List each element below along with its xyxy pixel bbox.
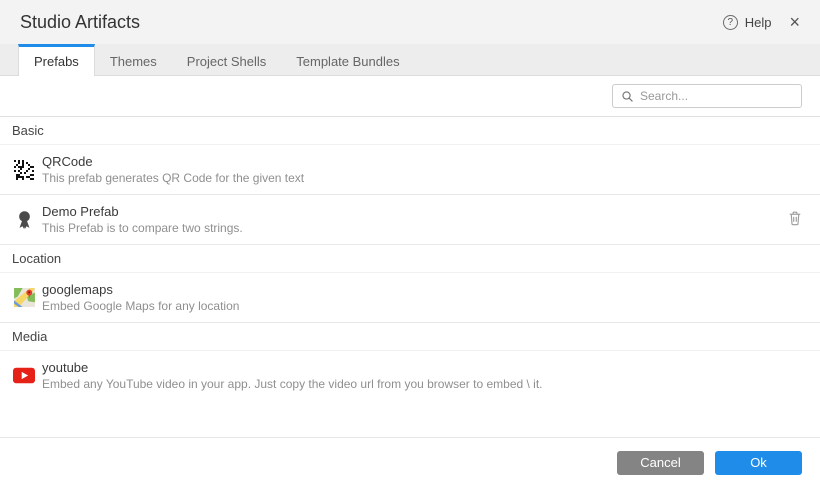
item-text: googlemaps Embed Google Maps for any loca… (42, 281, 239, 314)
search-input[interactable] (640, 89, 793, 103)
dialog-footer: Cancel Ok (0, 437, 820, 487)
delete-button[interactable] (786, 209, 804, 230)
close-icon[interactable]: × (787, 13, 802, 31)
ok-button[interactable]: Ok (715, 450, 802, 475)
dialog-header: Studio Artifacts ? Help × (0, 0, 820, 44)
item-description: Embed any YouTube video in your app. Jus… (42, 377, 543, 391)
youtube-icon (13, 365, 35, 387)
section-header: Location (0, 245, 820, 273)
search-icon (621, 90, 634, 103)
list-item[interactable]: googlemaps Embed Google Maps for any loca… (0, 273, 820, 323)
dialog-title: Studio Artifacts (20, 11, 141, 32)
cancel-button[interactable]: Cancel (617, 450, 704, 475)
item-description: This prefab generates QR Code for the gi… (42, 171, 305, 185)
studio-artifacts-dialog: Studio Artifacts ? Help × Prefabs Themes P… (0, 0, 820, 487)
section-header: Media (0, 323, 820, 351)
help-button[interactable]: ? Help (722, 14, 772, 30)
item-text: youtube Embed any YouTube video in your a… (42, 359, 543, 392)
help-icon: ? (722, 14, 738, 30)
toolbar (0, 76, 820, 117)
qrcode-icon (13, 159, 35, 181)
prefab-list: Basic QRCode This prefab generates QR Code… (0, 117, 820, 400)
item-title: youtube (42, 360, 89, 375)
list-item[interactable]: QRCode This prefab generates QR Code for … (0, 145, 820, 195)
item-description: This Prefab is to compare two strings. (42, 221, 243, 235)
googlemaps-icon (13, 287, 35, 309)
item-title: QRCode (42, 154, 93, 169)
help-label: Help (744, 14, 772, 30)
item-text: QRCode This prefab generates QR Code for … (42, 153, 304, 186)
tab-project-shells[interactable]: Project Shells (172, 44, 281, 75)
item-title: googlemaps (42, 282, 113, 297)
trash-icon (786, 209, 804, 230)
tab-bar: Prefabs Themes Project Shells Template Bund… (0, 44, 820, 76)
item-description: Embed Google Maps for any location (42, 299, 240, 313)
search-box[interactable] (612, 84, 802, 108)
ribbon-icon (13, 209, 35, 231)
tab-prefabs[interactable]: Prefabs (18, 44, 95, 76)
tab-template-bundles[interactable]: Template Bundles (281, 44, 414, 75)
header-actions: ? Help × (722, 13, 802, 31)
section-header: Basic (0, 117, 820, 145)
list-item[interactable]: Demo Prefab This Prefab is to compare two… (0, 195, 820, 245)
item-text: Demo Prefab This Prefab is to compare two… (42, 203, 243, 236)
list-item[interactable]: youtube Embed any YouTube video in your a… (0, 351, 820, 400)
item-title: Demo Prefab (42, 204, 119, 219)
tab-themes[interactable]: Themes (95, 44, 172, 75)
